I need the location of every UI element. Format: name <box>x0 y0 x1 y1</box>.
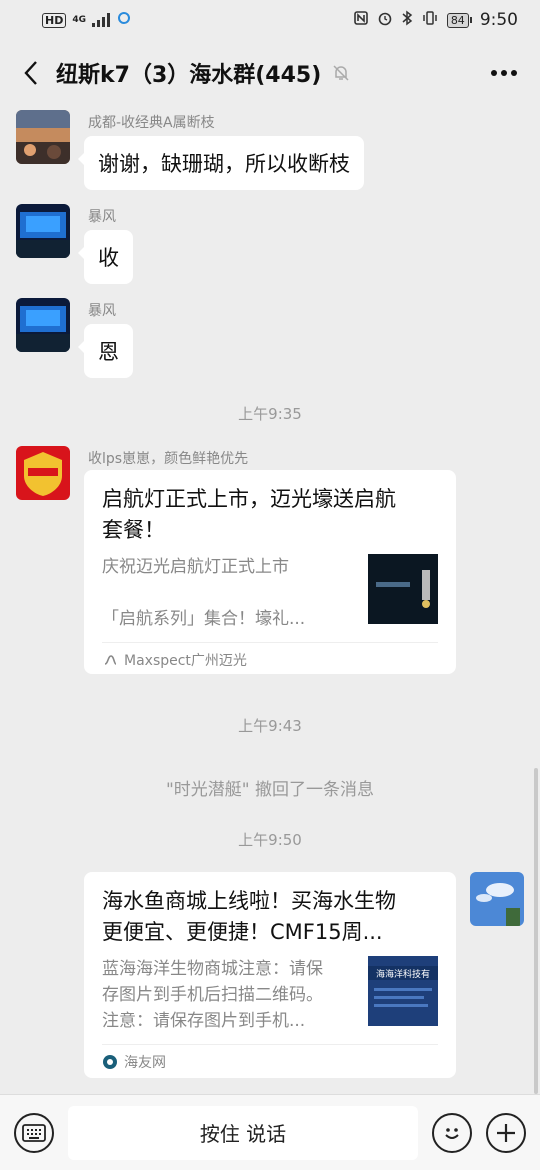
my-avatar[interactable] <box>470 872 524 926</box>
more-dots-icon <box>491 70 517 76</box>
timestamp: 上午9:35 <box>238 405 302 423</box>
card-desc-line: 存图片到手机后扫描二维码。 <box>102 985 323 1005</box>
hold-to-talk-button[interactable]: 按住 说话 <box>68 1105 418 1160</box>
mute-bell-icon <box>329 61 353 85</box>
message-bubble[interactable]: 收 <box>78 230 133 284</box>
site-logo-icon <box>103 1054 117 1069</box>
network-type: 4G <box>72 14 86 25</box>
card-title: 海水鱼商城上线啦！买海水生物 更便宜、更便捷！CMF15周... <box>102 886 438 948</box>
hd-indicator: HD <box>42 12 67 28</box>
chevron-left-icon <box>24 61 37 85</box>
vibrate-icon <box>421 10 439 30</box>
keyboard-toggle-button[interactable] <box>14 1112 54 1153</box>
card-source: 海友网 <box>102 1044 438 1078</box>
battery-icon: 84 <box>446 12 472 28</box>
card-thumbnail: 海海洋科技有 <box>368 956 438 1026</box>
plus-icon <box>497 1123 515 1142</box>
card-title-line: 启航灯正式上市，迈光壕送启航 <box>102 487 396 511</box>
avatar[interactable] <box>16 204 70 258</box>
scrollbar[interactable] <box>534 768 538 1094</box>
card-source: Maxspect广州迈光 <box>102 642 438 676</box>
signal-icon <box>92 13 110 27</box>
mini-program-icon <box>104 654 117 665</box>
chat-header: 纽斯k7（3）海水群(445) <box>0 40 540 106</box>
sender-name: 收lps崽崽，颜色鲜艳优先 <box>88 451 249 467</box>
sender-name: 成都-收经典A属断枝 <box>88 115 215 131</box>
message-bubble[interactable]: 恩 <box>78 324 133 378</box>
link-card[interactable]: 海水鱼商城上线啦！买海水生物 更便宜、更便捷！CMF15周... 蓝海海洋生物商… <box>84 872 456 1078</box>
chat-message-list[interactable]: 成都-收经典A属断枝 谢谢，缺珊瑚，所以收断枝 暴风 收 暴风 恩 上午9:35… <box>0 106 540 1094</box>
chat-title: 纽斯k7（3）海水群(445) <box>56 63 322 88</box>
clock: 9:50 <box>479 10 518 30</box>
add-more-button[interactable] <box>486 1112 526 1153</box>
link-card[interactable]: 启航灯正式上市，迈光壕送启航 套餐！ 庆祝迈光启航灯正式上市 「启航系列」集合！… <box>84 470 456 674</box>
input-bar: 按住 说话 <box>0 1094 540 1170</box>
card-source-name: Maxspect广州迈光 <box>124 652 247 669</box>
timestamp: 上午9:43 <box>238 717 302 735</box>
avatar[interactable] <box>16 110 70 164</box>
bluetooth-icon <box>401 10 413 30</box>
more-button[interactable] <box>484 53 524 93</box>
card-thumbnail <box>368 554 438 624</box>
card-desc-line: 「启航系列」集合！壕礼... <box>102 609 306 629</box>
battery-level: 84 <box>446 12 469 28</box>
sender-name: 暴风 <box>88 209 116 225</box>
card-title: 启航灯正式上市，迈光壕送启航 套餐！ <box>102 484 438 546</box>
keyboard-icon <box>22 1123 46 1142</box>
status-bar: HD 4G 84 9:50 <box>0 0 540 40</box>
timestamp: 上午9:50 <box>238 831 302 849</box>
card-desc-line: 注意：请保存图片到手机... <box>102 1011 306 1031</box>
recall-notice: "时光潜艇" 撤回了一条消息 <box>165 780 375 800</box>
card-title-line: 套餐！ <box>102 518 165 542</box>
nfc-icon <box>353 10 369 30</box>
emoji-button[interactable] <box>432 1112 472 1153</box>
card-desc-line: 蓝海海洋生物商城注意：请保 <box>102 959 323 979</box>
avatar[interactable] <box>16 298 70 352</box>
smiley-icon <box>445 1127 459 1139</box>
message-bubble[interactable]: 谢谢，缺珊瑚，所以收断枝 <box>78 136 364 190</box>
back-button[interactable] <box>16 53 46 93</box>
card-title-line: 更便宜、更便捷！CMF15周... <box>102 920 383 944</box>
sync-icon <box>116 10 132 30</box>
sender-name: 暴风 <box>88 303 116 319</box>
card-desc-line: 庆祝迈光启航灯正式上市 <box>102 557 289 577</box>
avatar[interactable] <box>16 446 70 500</box>
thumb-text: 海海洋科技有 <box>376 968 430 980</box>
card-source-name: 海友网 <box>124 1054 166 1071</box>
alarm-icon <box>377 10 393 30</box>
card-title-line: 海水鱼商城上线啦！买海水生物 <box>102 889 396 913</box>
